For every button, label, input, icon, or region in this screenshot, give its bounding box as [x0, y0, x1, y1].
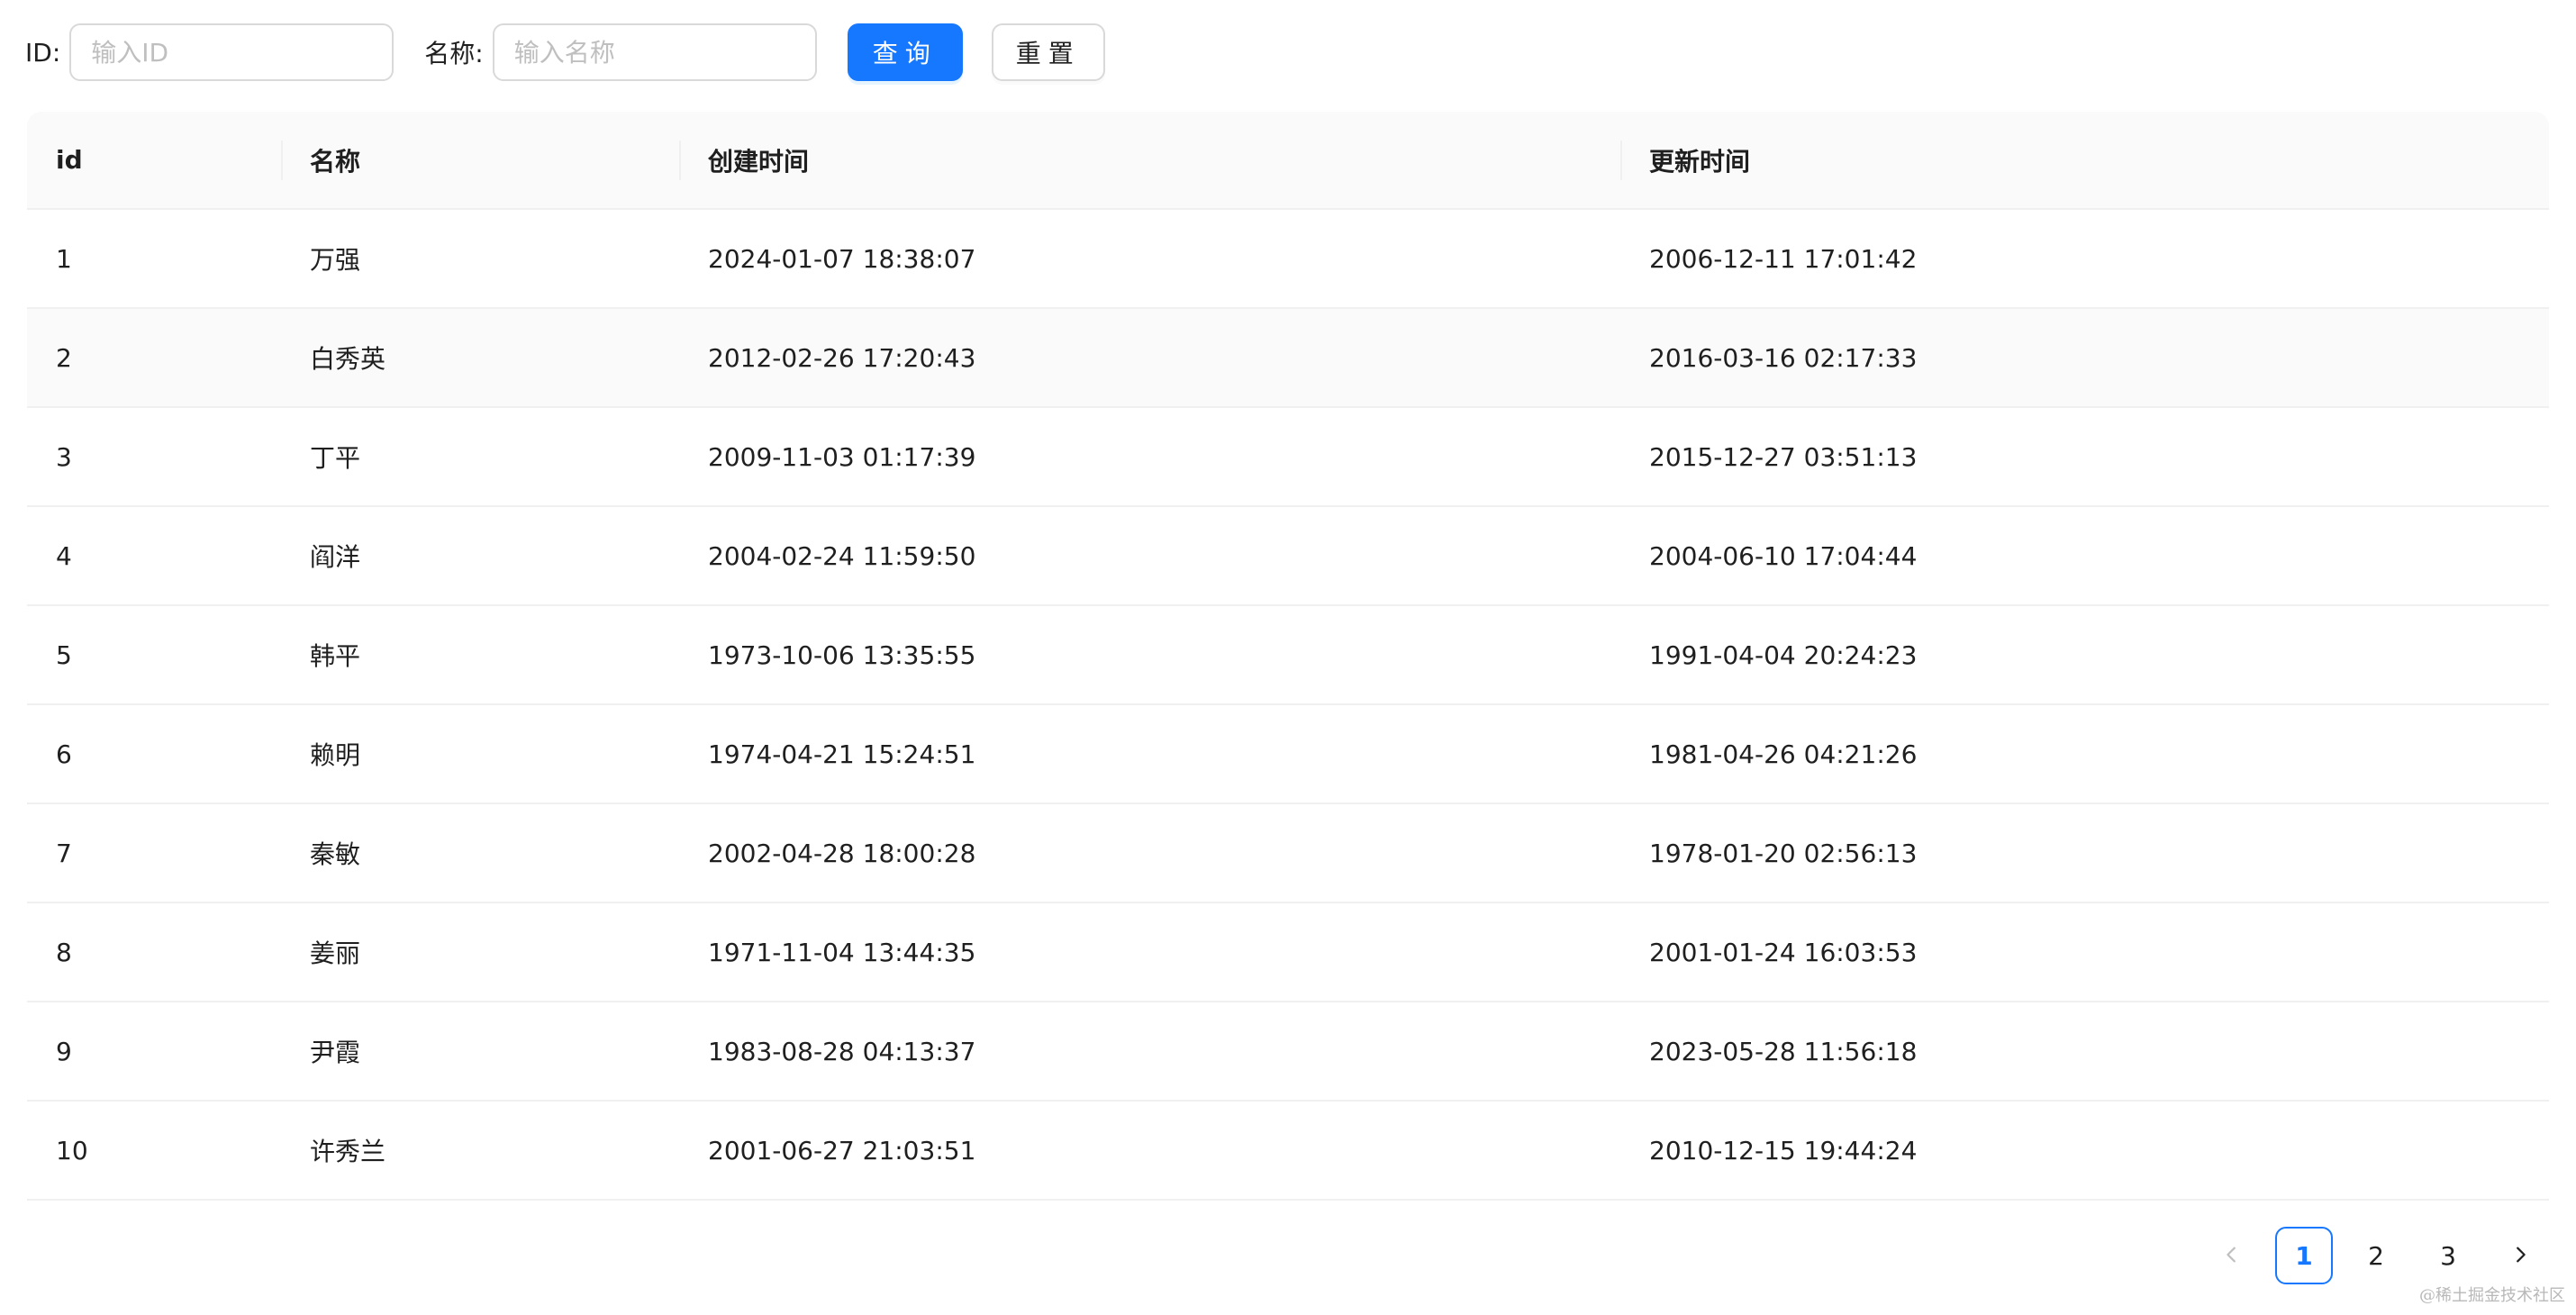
- cell-updated-at: 2001-01-24 16:03:53: [1620, 902, 2549, 1002]
- cell-created-at: 1983-08-28 04:13:37: [679, 1002, 1620, 1102]
- pagination-prev-button[interactable]: [2203, 1227, 2261, 1284]
- cell-name: 白秀英: [281, 308, 679, 408]
- chevron-right-icon: [2510, 1241, 2530, 1271]
- table-row[interactable]: 9 尹霞 1983-08-28 04:13:37 2023-05-28 11:5…: [27, 1002, 2549, 1102]
- column-header-label: id: [56, 145, 83, 175]
- cell-updated-at: 2023-05-28 11:56:18: [1620, 1002, 2549, 1102]
- cell-updated-at: 2010-12-15 19:44:24: [1620, 1101, 2549, 1201]
- pagination: 1 2 3: [2189, 1227, 2549, 1284]
- cell-id: 9: [27, 1002, 281, 1102]
- cell-name: 赖明: [281, 704, 679, 804]
- cell-name: 许秀兰: [281, 1101, 679, 1201]
- name-label: 名称:: [424, 39, 484, 68]
- column-header-updated-at: 更新时间: [1620, 112, 2549, 210]
- cell-id: 2: [27, 308, 281, 408]
- watermark: @稀土掘金技术社区: [2419, 1286, 2565, 1305]
- table-header-row: id 名称 创建时间 更新时间: [27, 112, 2549, 210]
- id-input[interactable]: [69, 23, 395, 81]
- column-header-id: id: [27, 112, 281, 210]
- pagination-page-3[interactable]: 3: [2419, 1227, 2477, 1284]
- table-row[interactable]: 4 阎洋 2004-02-24 11:59:50 2004-06-10 17:0…: [27, 506, 2549, 606]
- search-form: ID: 名称: 查询 重置: [25, 23, 1105, 81]
- column-header-label: 创建时间: [708, 146, 810, 177]
- cell-created-at: 1974-04-21 15:24:51: [679, 704, 1620, 804]
- cell-updated-at: 1991-04-04 20:24:23: [1620, 605, 2549, 705]
- cell-name: 万强: [281, 209, 679, 309]
- cell-updated-at: 1978-01-20 02:56:13: [1620, 803, 2549, 903]
- table-row[interactable]: 1 万强 2024-01-07 18:38:07 2006-12-11 17:0…: [27, 209, 2549, 309]
- cell-name: 秦敏: [281, 803, 679, 903]
- table-row[interactable]: 3 丁平 2009-11-03 01:17:39 2015-12-27 03:5…: [27, 407, 2549, 507]
- table-row[interactable]: 2 白秀英 2012-02-26 17:20:43 2016-03-16 02:…: [27, 308, 2549, 408]
- data-table: id 名称 创建时间 更新时间 1 万强 2024-01-07 18:38:07…: [27, 112, 2549, 1201]
- column-header-name: 名称: [281, 112, 679, 210]
- cell-name: 姜丽: [281, 902, 679, 1002]
- reset-button[interactable]: 重置: [991, 23, 1105, 81]
- cell-id: 5: [27, 605, 281, 705]
- column-header-label: 更新时间: [1649, 146, 1751, 177]
- table-row[interactable]: 6 赖明 1974-04-21 15:24:51 1981-04-26 04:2…: [27, 704, 2549, 804]
- table-row[interactable]: 7 秦敏 2002-04-28 18:00:28 1978-01-20 02:5…: [27, 803, 2549, 903]
- cell-id: 7: [27, 803, 281, 903]
- cell-id: 3: [27, 407, 281, 507]
- cell-updated-at: 2004-06-10 17:04:44: [1620, 506, 2549, 606]
- chevron-left-icon: [2222, 1241, 2242, 1271]
- id-label: ID:: [25, 37, 61, 68]
- column-divider: [281, 140, 283, 180]
- cell-name: 丁平: [281, 407, 679, 507]
- column-divider: [679, 140, 681, 180]
- pagination-page-2[interactable]: 2: [2347, 1227, 2405, 1284]
- cell-created-at: 2009-11-03 01:17:39: [679, 407, 1620, 507]
- cell-id: 4: [27, 506, 281, 606]
- column-header-created-at: 创建时间: [679, 112, 1620, 210]
- cell-created-at: 2002-04-28 18:00:28: [679, 803, 1620, 903]
- cell-updated-at: 2015-12-27 03:51:13: [1620, 407, 2549, 507]
- cell-created-at: 2001-06-27 21:03:51: [679, 1101, 1620, 1201]
- cell-created-at: 2024-01-07 18:38:07: [679, 209, 1620, 309]
- cell-updated-at: 2006-12-11 17:01:42: [1620, 209, 2549, 309]
- table-row[interactable]: 10 许秀兰 2001-06-27 21:03:51 2010-12-15 19…: [27, 1101, 2549, 1201]
- cell-id: 8: [27, 902, 281, 1002]
- cell-id: 10: [27, 1101, 281, 1201]
- cell-created-at: 2004-02-24 11:59:50: [679, 506, 1620, 606]
- pagination-page-1[interactable]: 1: [2275, 1227, 2333, 1284]
- table-row[interactable]: 8 姜丽 1971-11-04 13:44:35 2001-01-24 16:0…: [27, 902, 2549, 1002]
- cell-name: 尹霞: [281, 1002, 679, 1102]
- cell-created-at: 2012-02-26 17:20:43: [679, 308, 1620, 408]
- cell-created-at: 1973-10-06 13:35:55: [679, 605, 1620, 705]
- cell-updated-at: 2016-03-16 02:17:33: [1620, 308, 2549, 408]
- column-divider: [1620, 140, 1622, 180]
- table-row[interactable]: 5 韩平 1973-10-06 13:35:55 1991-04-04 20:2…: [27, 605, 2549, 705]
- query-button[interactable]: 查询: [847, 23, 963, 81]
- cell-id: 1: [27, 209, 281, 309]
- column-header-label: 名称: [310, 146, 361, 177]
- cell-updated-at: 1981-04-26 04:21:26: [1620, 704, 2549, 804]
- page: ID: 名称: 查询 重置 id 名称: [0, 0, 2576, 1315]
- pagination-next-button[interactable]: [2491, 1227, 2549, 1284]
- name-input[interactable]: [492, 23, 817, 81]
- cell-id: 6: [27, 704, 281, 804]
- cell-created-at: 1971-11-04 13:44:35: [679, 902, 1620, 1002]
- cell-name: 阎洋: [281, 506, 679, 606]
- cell-name: 韩平: [281, 605, 679, 705]
